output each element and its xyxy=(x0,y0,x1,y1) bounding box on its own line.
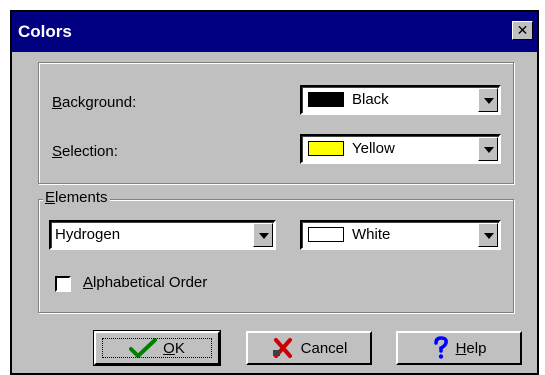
chevron-down-icon[interactable] xyxy=(478,223,498,247)
cancel-button[interactable]: Cancel xyxy=(246,331,372,365)
chevron-down-icon[interactable] xyxy=(478,137,498,161)
background-color-combo[interactable]: Black xyxy=(300,85,501,115)
elements-legend: Elements xyxy=(43,189,110,206)
selection-color-combo[interactable]: Yellow xyxy=(300,134,501,164)
background-color-value: Black xyxy=(352,91,389,108)
close-icon: ✕ xyxy=(516,22,529,38)
title-bar[interactable]: Colors ✕ xyxy=(12,12,537,52)
help-button[interactable]: Help xyxy=(396,331,522,365)
colors-group xyxy=(38,62,514,184)
close-button[interactable]: ✕ xyxy=(512,21,533,40)
chevron-down-icon[interactable] xyxy=(478,88,498,112)
alphabetical-order-label[interactable]: Alphabetical Order xyxy=(83,274,207,291)
colors-dialog: Colors ✕ Background: Black Selection: Ye… xyxy=(10,10,539,375)
cancel-label: Cancel xyxy=(300,339,348,357)
background-label: Background: xyxy=(52,94,137,111)
help-label: Help xyxy=(455,339,487,357)
selection-color-value: Yellow xyxy=(352,140,395,157)
element-color-combo[interactable]: White xyxy=(300,220,501,250)
focus-rectangle xyxy=(102,338,212,358)
element-color-value: White xyxy=(352,226,391,243)
elements-group xyxy=(38,199,514,313)
chevron-down-icon[interactable] xyxy=(253,223,273,247)
element-color-swatch xyxy=(308,227,344,242)
selection-label: Selection: xyxy=(52,143,118,160)
question-icon xyxy=(433,336,448,359)
element-select[interactable]: Hydrogen xyxy=(49,220,276,250)
background-color-swatch xyxy=(308,92,344,107)
element-value: Hydrogen xyxy=(55,226,121,243)
window-title: Colors xyxy=(18,22,72,41)
selection-color-swatch xyxy=(308,141,344,156)
alphabetical-order-checkbox[interactable] xyxy=(55,276,71,292)
cross-icon xyxy=(272,338,292,358)
ok-button[interactable]: OK xyxy=(93,330,221,366)
